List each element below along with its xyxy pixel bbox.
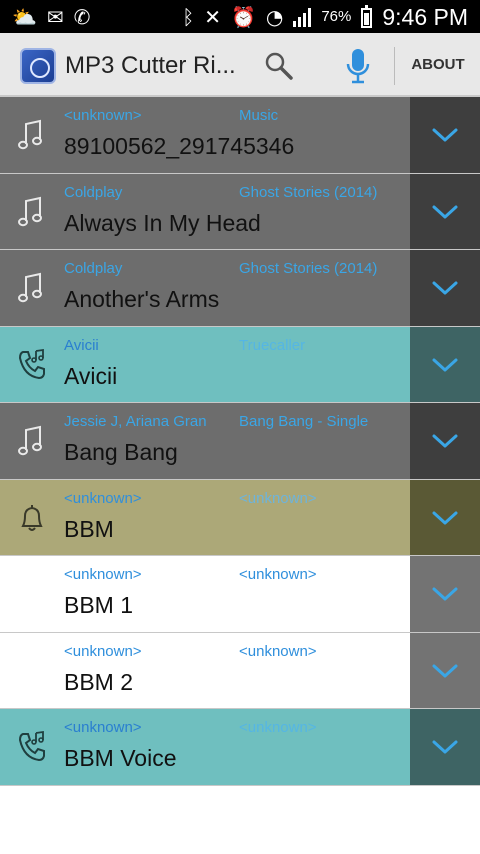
artist-label: Coldplay xyxy=(64,260,123,277)
chevron-down-icon xyxy=(432,587,458,601)
artist-label: <unknown> xyxy=(64,642,142,660)
wifi-icon: ◔ xyxy=(265,5,284,29)
album-label: Ghost Stories (2014) xyxy=(239,183,378,201)
list-item[interactable]: <unknown> <unknown> BBM Voice xyxy=(0,709,480,786)
list-item[interactable]: Avicii Truecaller Avicii xyxy=(0,326,480,403)
microphone-icon xyxy=(346,49,370,84)
list-item-content[interactable]: <unknown> <unknown> BBM xyxy=(0,479,410,555)
list-item[interactable]: <unknown> <unknown> BBM 2 xyxy=(0,632,480,709)
chevron-down-icon xyxy=(432,511,458,524)
album-label: <unknown> xyxy=(239,642,317,660)
artist-label: <unknown> xyxy=(64,566,142,583)
album-label: <unknown> xyxy=(239,489,317,507)
expand-button[interactable] xyxy=(410,556,480,632)
expand-button[interactable] xyxy=(410,632,480,708)
message-icon: ✉ xyxy=(46,5,64,29)
chevron-down-icon xyxy=(432,128,458,142)
list-item-content[interactable]: <unknown> <unknown> BBM 2 xyxy=(0,632,410,708)
clock: 9:46 PM xyxy=(382,4,468,30)
notification-bell-icon xyxy=(14,500,50,536)
missed-call-icon: ✆ xyxy=(73,5,91,29)
toolbar-divider xyxy=(394,47,395,85)
music-note-icon xyxy=(14,194,50,230)
search-button[interactable] xyxy=(262,49,296,83)
list-item[interactable]: Jessie J, Ariana Gran Bang Bang - Single B… xyxy=(0,403,480,480)
expand-button[interactable] xyxy=(410,250,480,326)
expand-button[interactable] xyxy=(410,97,480,173)
track-title: Another's Arms xyxy=(64,286,220,312)
ringtone-phone-icon xyxy=(14,347,50,383)
track-title: BBM xyxy=(64,515,114,542)
music-note-icon xyxy=(14,423,50,459)
app-title: MP3 Cutter Ri... xyxy=(65,52,236,79)
chevron-down-icon xyxy=(432,664,458,677)
album-label: Truecaller xyxy=(239,336,306,354)
expand-button[interactable] xyxy=(410,173,480,249)
artist-label: Coldplay xyxy=(64,183,123,201)
list-item[interactable]: <unknown> <unknown> BBM 1 xyxy=(0,556,480,633)
chevron-down-icon xyxy=(432,281,458,295)
track-title: Bang Bang xyxy=(64,439,178,465)
battery-icon xyxy=(361,5,373,28)
list-item[interactable]: <unknown> Music 89100562_291745346 xyxy=(0,97,480,174)
about-button[interactable]: ABOUT xyxy=(396,33,480,97)
app-bar: MP3 Cutter Ri... ABOUT xyxy=(0,33,480,97)
track-title: BBM 2 xyxy=(64,668,134,695)
system-icons: ᛒ ✕ ⏰ ◔ 76% 9:46 PM xyxy=(182,3,468,31)
track-title: Always In My Head xyxy=(64,209,261,236)
ringtone-list: <unknown> Music 89100562_291745346 Coldplay… xyxy=(0,97,480,786)
list-item[interactable]: <unknown> <unknown> BBM xyxy=(0,479,480,556)
album-label: Music xyxy=(239,107,279,124)
album-label: Bang Bang - Single xyxy=(239,413,369,430)
album-label: <unknown> xyxy=(239,719,317,736)
ringtone-phone-icon xyxy=(14,729,50,765)
track-title: Avicii xyxy=(64,362,118,389)
signal-icon xyxy=(293,7,312,27)
status-bar: ⛅ ✉ ✆ ᛒ ✕ ⏰ ◔ 76% 9:46 PM xyxy=(0,0,480,33)
artist-label: Avicii xyxy=(64,336,99,354)
expand-button[interactable] xyxy=(410,326,480,402)
track-title: BBM 1 xyxy=(64,592,134,618)
battery-percent: 76% xyxy=(321,8,352,25)
list-item-content[interactable]: Coldplay Ghost Stories (2014) Always In My… xyxy=(0,173,410,249)
app-logo-icon xyxy=(20,48,56,84)
track-title: BBM Voice xyxy=(64,745,177,771)
alarm-icon: ⏰ xyxy=(230,5,256,29)
artist-label: <unknown> xyxy=(64,719,142,736)
music-note-icon xyxy=(14,270,50,306)
track-title: 89100562_291745346 xyxy=(64,133,295,159)
expand-button[interactable] xyxy=(410,709,480,785)
list-item-content[interactable]: Avicii Truecaller Avicii xyxy=(0,326,410,402)
chevron-down-icon xyxy=(432,434,458,448)
list-item-content[interactable]: Coldplay Ghost Stories (2014) Another's Ar… xyxy=(0,250,410,326)
album-label: <unknown> xyxy=(239,566,317,583)
list-item[interactable]: Coldplay Ghost Stories (2014) Always In My… xyxy=(0,173,480,250)
list-item-content[interactable]: <unknown> Music 89100562_291745346 xyxy=(0,97,410,173)
voice-search-button[interactable] xyxy=(340,47,376,85)
expand-button[interactable] xyxy=(410,479,480,555)
vibrate-icon: ✕ xyxy=(204,5,221,29)
album-label: Ghost Stories (2014) xyxy=(239,260,378,277)
chevron-down-icon xyxy=(432,740,458,754)
expand-button[interactable] xyxy=(410,403,480,479)
chevron-down-icon xyxy=(432,205,458,218)
artist-label: Jessie J, Ariana Gran xyxy=(64,413,207,430)
list-item-content[interactable]: Jessie J, Ariana Gran Bang Bang - Single B… xyxy=(0,403,410,479)
search-icon xyxy=(265,52,293,80)
weather-icon: ⛅ xyxy=(12,5,37,29)
list-item-content[interactable]: <unknown> <unknown> BBM Voice xyxy=(0,709,410,785)
music-note-icon xyxy=(14,117,50,153)
notification-icons: ⛅ ✉ ✆ xyxy=(12,5,90,29)
bluetooth-icon: ᛒ xyxy=(182,5,195,29)
list-item[interactable]: Coldplay Ghost Stories (2014) Another's Ar… xyxy=(0,250,480,327)
chevron-down-icon xyxy=(432,358,458,371)
artist-label: <unknown> xyxy=(64,107,142,124)
list-item-content[interactable]: <unknown> <unknown> BBM 1 xyxy=(0,556,410,632)
artist-label: <unknown> xyxy=(64,489,142,507)
